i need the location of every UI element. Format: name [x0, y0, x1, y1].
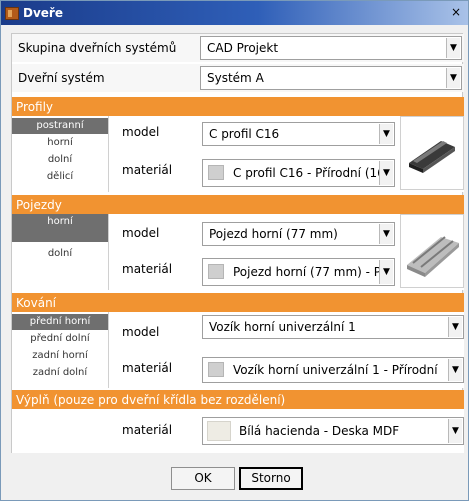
tracks-model-value: Pojezd horní (77 mm)	[209, 227, 338, 241]
fill-material-label: materiál	[122, 423, 173, 437]
tracks-title: Pojezdy	[16, 198, 62, 212]
profiles-model-value: C profil C16	[209, 127, 280, 141]
chevron-down-icon[interactable]: ▼	[379, 224, 393, 244]
profiles-material-label: materiál	[122, 163, 173, 177]
tracks-model-label: model	[122, 226, 160, 240]
profiles-header: Profily	[12, 97, 464, 116]
list-item-dolni[interactable]: dolní	[12, 246, 108, 262]
system-group-dropdown[interactable]: CAD Projekt ▼	[200, 36, 462, 60]
list-item-postranni[interactable]: postranní	[12, 118, 108, 134]
system-group-value: CAD Projekt	[207, 41, 279, 55]
tracks-list: horní dolní	[12, 214, 109, 290]
chevron-down-icon[interactable]: ▼	[448, 359, 462, 381]
material-swatch	[208, 165, 224, 180]
fill-title: Výplň (pouze pro dveřní křídla bez rozdě…	[16, 393, 286, 407]
tracks-section: horní dolní model Pojezd horní (77 mm) ▼…	[12, 214, 464, 290]
cancel-button[interactable]: Storno	[239, 467, 303, 490]
tracks-header: Pojezdy	[12, 195, 464, 214]
list-item-zadni-horni[interactable]: zadní horní	[12, 348, 108, 364]
list-item-predni-horni[interactable]: přední horní	[12, 314, 108, 330]
chevron-down-icon[interactable]: ▼	[448, 419, 462, 443]
chevron-down-icon[interactable]: ▼	[446, 68, 460, 88]
ok-button[interactable]: OK	[171, 467, 235, 490]
title-bar[interactable]: Dveře ×	[1, 1, 468, 25]
dialog-window: Dveře × Skupina dveřních systémů CAD Pro…	[0, 0, 469, 501]
profile-preview-image	[400, 116, 464, 190]
close-button[interactable]: ×	[448, 5, 464, 21]
dialog-buttons: OK Storno	[1, 461, 468, 497]
tracks-material-label: materiál	[122, 262, 173, 276]
profiles-material-value: C profil C16 - Přírodní (16)	[233, 166, 379, 180]
fittings-section: přední horní přední dolní zadní horní za…	[12, 312, 464, 388]
material-swatch	[207, 421, 231, 441]
fill-header: Výplň (pouze pro dveřní křídla bez rozdě…	[12, 390, 464, 409]
list-item-predni-dolni[interactable]: přední dolní	[12, 331, 108, 347]
profiles-model-dropdown[interactable]: C profil C16 ▼	[202, 122, 395, 146]
c-profile-icon	[409, 141, 455, 173]
chevron-down-icon[interactable]: ▼	[379, 124, 393, 144]
fittings-model-value: Vozík horní univerzální 1	[209, 320, 356, 334]
profiles-section: postranní horní dolní dělicí model C pro…	[12, 116, 464, 192]
fittings-model-dropdown[interactable]: Vozík horní univerzální 1 ▼	[202, 315, 464, 339]
door-system-dropdown[interactable]: Systém A ▼	[200, 66, 462, 90]
door-icon	[5, 7, 19, 20]
chevron-down-icon[interactable]: ▼	[379, 260, 393, 284]
profiles-material-dropdown[interactable]: C profil C16 - Přírodní (16) ▼	[202, 159, 395, 187]
list-item-zadni-dolni[interactable]: zadní dolní	[12, 365, 108, 381]
chevron-down-icon[interactable]: ▼	[379, 161, 393, 185]
tracks-material-dropdown[interactable]: Pojezd horní (77 mm) - Přírc ▼	[202, 258, 395, 286]
fittings-material-label: materiál	[122, 361, 173, 375]
material-swatch	[208, 264, 224, 279]
fittings-material-value: Vozík horní univerzální 1 - Přírodní	[233, 363, 438, 377]
track-preview-image	[400, 214, 464, 288]
window-title: Dveře	[23, 6, 63, 20]
profiles-model-label: model	[122, 125, 160, 139]
fittings-list: přední horní přední dolní zadní horní za…	[12, 312, 109, 388]
fittings-header: Kování	[12, 293, 464, 312]
profiles-title: Profily	[16, 100, 54, 114]
system-group-row: Skupina dveřních systémů CAD Projekt ▼	[12, 34, 464, 62]
fittings-model-label: model	[122, 325, 160, 339]
system-group-label: Skupina dveřních systémů	[18, 41, 177, 55]
list-item-horni[interactable]: horní	[12, 214, 108, 242]
fill-section: materiál Bílá hacienda - Deska MDF ▼	[12, 409, 464, 453]
list-item-delici[interactable]: dělicí	[12, 169, 108, 185]
material-swatch	[208, 362, 224, 377]
door-system-row: Dveřní systém Systém A ▼	[12, 64, 464, 92]
fill-material-value: Bílá hacienda - Deska MDF	[239, 424, 400, 438]
profiles-list: postranní horní dolní dělicí	[12, 116, 109, 192]
list-item-dolni[interactable]: dolní	[12, 152, 108, 168]
track-icon	[407, 236, 459, 277]
door-system-label: Dveřní systém	[18, 71, 105, 85]
fill-material-dropdown[interactable]: Bílá hacienda - Deska MDF ▼	[202, 417, 464, 445]
list-item-horni[interactable]: horní	[12, 135, 108, 151]
tracks-model-dropdown[interactable]: Pojezd horní (77 mm) ▼	[202, 222, 395, 246]
fittings-material-dropdown[interactable]: Vozík horní univerzální 1 - Přírodní ▼	[202, 357, 464, 383]
door-system-value: Systém A	[207, 71, 264, 85]
chevron-down-icon[interactable]: ▼	[446, 38, 460, 58]
tracks-material-value: Pojezd horní (77 mm) - Přírc	[233, 265, 379, 279]
fittings-title: Kování	[16, 296, 57, 310]
chevron-down-icon[interactable]: ▼	[448, 317, 462, 337]
dialog-content: Skupina dveřních systémů CAD Projekt ▼ D…	[11, 33, 464, 453]
